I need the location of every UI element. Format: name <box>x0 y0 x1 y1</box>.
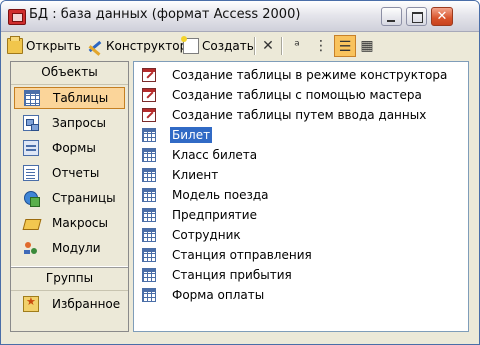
sidebar-item-label: Запросы <box>52 116 106 130</box>
list-item-table[interactable]: Станция прибытия <box>142 266 462 284</box>
list-item-create-wizard[interactable]: Создание таблицы с помощью мастера <box>142 86 462 104</box>
objects-header[interactable]: Объекты <box>11 62 128 85</box>
wizard-icon <box>142 88 156 102</box>
list-item-create-design[interactable]: Создание таблицы в режиме конструктора <box>142 66 462 84</box>
table-icon <box>142 148 156 162</box>
sidebar-item-pages[interactable]: Страницы <box>14 187 125 209</box>
sidebar-item-label: Модули <box>52 241 101 255</box>
list-view-button[interactable]: ☰ <box>334 35 356 57</box>
open-button[interactable]: Открыть <box>7 35 81 57</box>
small-icons-icon: ⋮ <box>314 38 328 54</box>
maximize-button[interactable] <box>406 7 427 26</box>
sidebar-item-label: Избранное <box>52 297 121 311</box>
database-window: БД : база данных (формат Access 2000) ✕ … <box>0 0 480 345</box>
open-folder-icon <box>7 36 23 54</box>
title-bar[interactable]: БД : база данных (формат Access 2000) ✕ <box>1 1 479 32</box>
list-view-icon: ☰ <box>338 39 352 55</box>
form-icon <box>23 140 39 156</box>
query-icon <box>23 115 39 131</box>
design-button[interactable]: Конструктор <box>87 35 187 57</box>
sidebar-item-modules[interactable]: Модули <box>14 237 125 259</box>
table-icon <box>142 208 156 222</box>
design-ruler-icon <box>87 38 103 54</box>
list-item-table[interactable]: Клиент <box>142 166 462 184</box>
details-view-button[interactable]: ▦ <box>357 35 377 57</box>
delete-button[interactable]: ✕ <box>258 35 278 57</box>
list-item-table[interactable]: Сотрудник <box>142 226 462 244</box>
sidebar-item-macros[interactable]: Макросы <box>14 212 125 234</box>
list-item-label: Модель поезда <box>172 188 269 202</box>
minimize-button[interactable] <box>381 7 402 26</box>
close-button[interactable]: ✕ <box>431 7 453 26</box>
list-item-create-data-entry[interactable]: Создание таблицы путем ввода данных <box>142 106 462 124</box>
list-item-table[interactable]: Станция отправления <box>142 246 462 264</box>
list-item-label: Создание таблицы в режиме конструктора <box>172 68 448 82</box>
module-icon <box>23 240 39 256</box>
new-object-icon <box>181 36 199 54</box>
table-icon <box>142 188 156 202</box>
wizard-icon <box>142 108 156 122</box>
toolbar-separator <box>254 37 256 55</box>
design-label: Конструктор <box>106 39 188 53</box>
large-icons-button[interactable]: ᵃ <box>287 35 307 57</box>
sidebar-item-label: Таблицы <box>53 91 109 105</box>
list-item-label: Создание таблицы с помощью мастера <box>172 88 422 102</box>
sidebar-item-tables[interactable]: Таблицы <box>14 87 125 109</box>
object-types-list: Таблицы Запросы Формы Отчеты Страницы Ма… <box>11 85 128 266</box>
access-app-icon[interactable] <box>8 9 26 25</box>
list-item-table[interactable]: Предприятие <box>142 206 462 224</box>
page-icon <box>23 190 40 207</box>
minimize-icon <box>387 20 395 22</box>
object-list[interactable]: Создание таблицы в режиме конструктора С… <box>133 61 469 332</box>
list-item-table[interactable]: Форма оплаты <box>142 286 462 304</box>
table-icon <box>142 168 156 182</box>
objects-bar: Объекты Таблицы Запросы Формы Отчеты Стр… <box>10 61 129 332</box>
macro-icon <box>23 215 39 231</box>
open-label: Открыть <box>26 39 81 53</box>
window-title: БД : база данных (формат Access 2000) <box>29 7 301 22</box>
sidebar-item-queries[interactable]: Запросы <box>14 112 125 134</box>
sidebar-item-label: Отчеты <box>52 166 100 180</box>
close-icon: ✕ <box>436 9 448 24</box>
list-item-label: Форма оплаты <box>172 288 265 302</box>
sidebar-item-label: Страницы <box>52 191 116 205</box>
list-item-table[interactable]: Модель поезда <box>142 186 462 204</box>
list-item-label: Клиент <box>172 168 219 182</box>
list-item-table[interactable]: Класс билета <box>142 146 462 164</box>
list-item-label: Станция прибытия <box>172 268 292 282</box>
delete-icon: ✕ <box>262 38 274 54</box>
table-icon <box>142 248 156 262</box>
sidebar-item-label: Макросы <box>52 216 108 230</box>
sidebar-item-forms[interactable]: Формы <box>14 137 125 159</box>
new-label: Создать <box>202 39 254 53</box>
sidebar-item-reports[interactable]: Отчеты <box>14 162 125 184</box>
sidebar-item-label: Формы <box>52 141 96 155</box>
toolbar: Открыть Конструктор Создать ✕ ᵃ ⋮ ☰ ▦ <box>1 32 479 60</box>
groups-header[interactable]: Группы <box>11 267 128 291</box>
list-item-label: Билет <box>170 127 213 143</box>
table-icon <box>142 228 156 242</box>
table-icon <box>142 128 156 142</box>
list-item-label: Предприятие <box>172 208 257 222</box>
details-view-icon: ▦ <box>360 38 374 54</box>
table-icon <box>142 288 156 302</box>
table-icon <box>24 90 40 106</box>
report-icon <box>23 165 39 181</box>
list-item-table[interactable]: Билет <box>142 126 462 144</box>
list-item-label: Создание таблицы путем ввода данных <box>172 108 427 122</box>
wizard-icon <box>142 68 156 82</box>
list-item-label: Станция отправления <box>172 248 312 262</box>
favorites-icon <box>23 295 39 312</box>
large-icons-icon: ᵃ <box>294 38 300 54</box>
list-item-label: Сотрудник <box>172 228 241 242</box>
maximize-icon <box>412 12 423 23</box>
list-item-label: Класс билета <box>172 148 258 162</box>
groups-list: Избранное <box>11 291 128 331</box>
small-icons-button[interactable]: ⋮ <box>311 35 331 57</box>
sidebar-item-favorites[interactable]: Избранное <box>14 293 125 315</box>
new-button[interactable]: Создать <box>181 35 254 57</box>
toolbar-separator <box>281 37 283 55</box>
table-icon <box>142 268 156 282</box>
